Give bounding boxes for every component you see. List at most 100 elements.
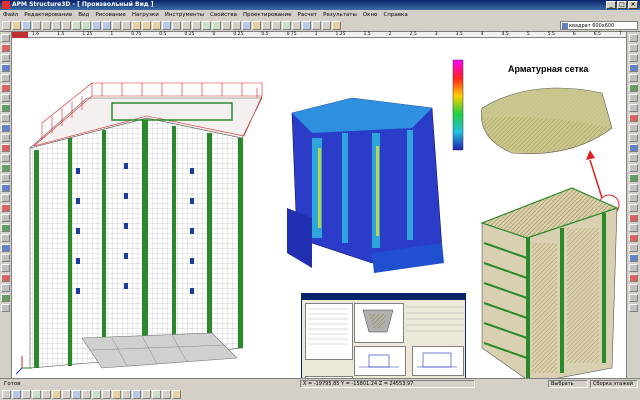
show-materials-icon[interactable]	[629, 184, 638, 192]
paste-icon[interactable]	[62, 21, 71, 30]
cut-icon[interactable]	[42, 21, 51, 30]
floor-assembly[interactable]: Сборка этажей	[590, 380, 638, 388]
show-displacement-icon[interactable]	[629, 224, 638, 232]
snap-mid-icon[interactable]	[22, 389, 31, 399]
group-tool-icon[interactable]	[1, 284, 10, 292]
merge-tool-icon[interactable]	[1, 224, 10, 232]
show-all-icon[interactable]	[132, 389, 141, 399]
undo-icon[interactable]	[72, 21, 81, 30]
legend-icon[interactable]	[629, 294, 638, 302]
menu-window[interactable]: Окно	[363, 12, 378, 18]
mirror-tool-icon[interactable]	[1, 134, 10, 142]
force-tool-icon[interactable]	[1, 144, 10, 152]
shaded-icon[interactable]	[629, 84, 638, 92]
view-front-icon[interactable]	[132, 21, 141, 30]
properties-icon[interactable]	[272, 21, 281, 30]
redraw-icon[interactable]	[82, 389, 91, 399]
rotate-icon[interactable]	[122, 21, 131, 30]
snap-grid-icon[interactable]	[2, 389, 11, 399]
maximize-button[interactable]: □	[617, 1, 627, 9]
view-x-icon[interactable]	[629, 34, 638, 42]
node-icon[interactable]	[172, 21, 181, 30]
render-icon[interactable]	[172, 389, 181, 399]
section-select[interactable]: квадрат 600х600	[560, 21, 638, 30]
menu-properties[interactable]: Свойства	[210, 12, 237, 18]
pan-icon[interactable]	[112, 21, 121, 30]
design-results-dialog[interactable]	[301, 293, 466, 378]
invert-icon[interactable]	[142, 389, 151, 399]
view-y-icon[interactable]	[629, 44, 638, 52]
dialog-list-panel[interactable]	[305, 303, 353, 360]
view-top-icon[interactable]	[142, 21, 151, 30]
menu-calculation[interactable]: Расчет	[298, 12, 318, 18]
select-mode[interactable]: Выбрать	[548, 380, 588, 388]
view-side-icon[interactable]	[152, 21, 161, 30]
view-z-icon[interactable]	[629, 54, 638, 62]
menu-help[interactable]: Справка	[383, 12, 407, 18]
new-icon[interactable]	[2, 21, 11, 30]
moment-tool-icon[interactable]	[1, 154, 10, 162]
show-forces-icon[interactable]	[629, 234, 638, 242]
calculate-icon[interactable]	[242, 21, 251, 30]
fit-view-icon[interactable]	[92, 389, 101, 399]
plate-icon[interactable]	[192, 21, 201, 30]
delete-tool-icon[interactable]	[1, 204, 10, 212]
show-groups-icon[interactable]	[629, 194, 638, 202]
show-reinforcement-icon[interactable]	[629, 274, 638, 282]
show-sections-icon[interactable]	[629, 154, 638, 162]
beam-tool-icon[interactable]	[1, 64, 10, 72]
next-view-icon[interactable]	[112, 389, 121, 399]
distributed-load-icon[interactable]	[1, 164, 10, 172]
menu-view[interactable]: Вид	[78, 12, 89, 18]
show-reactions-icon[interactable]	[629, 244, 638, 252]
layers-icon[interactable]	[262, 21, 271, 30]
divide-tool-icon[interactable]	[1, 214, 10, 222]
material-icon[interactable]	[282, 21, 291, 30]
select-icon[interactable]	[312, 21, 321, 30]
wireframe-icon[interactable]	[629, 74, 638, 82]
pointer-icon[interactable]	[1, 34, 10, 42]
redo-icon[interactable]	[82, 21, 91, 30]
help-icon[interactable]	[332, 21, 341, 30]
show-loads-icon[interactable]	[629, 114, 638, 122]
measure-icon[interactable]	[322, 21, 331, 30]
view-iso-icon[interactable]	[162, 21, 171, 30]
snap-icon[interactable]	[232, 21, 241, 30]
menu-design[interactable]: Проектирование	[243, 12, 292, 18]
floor-up-icon[interactable]	[152, 389, 161, 399]
polar-icon[interactable]	[52, 389, 61, 399]
load-icon[interactable]	[212, 21, 221, 30]
array-tool-icon[interactable]	[1, 244, 10, 252]
support-tool-icon[interactable]	[1, 84, 10, 92]
settings-icon[interactable]	[629, 304, 638, 312]
move-tool-icon[interactable]	[1, 124, 10, 132]
mesh-icon[interactable]	[302, 21, 311, 30]
show-modes-icon[interactable]	[629, 254, 638, 262]
layer-toggle-icon[interactable]	[62, 389, 71, 399]
filter-icon[interactable]	[72, 389, 81, 399]
close-button[interactable]: ×	[628, 1, 638, 9]
show-mesh-icon[interactable]	[629, 164, 638, 172]
model-viewport[interactable]: Арматурная сетка	[12, 38, 626, 378]
view-3d-icon[interactable]	[629, 64, 638, 72]
prev-view-icon[interactable]	[102, 389, 111, 399]
copy-icon[interactable]	[52, 21, 61, 30]
floor-down-icon[interactable]	[162, 389, 171, 399]
show-axes-icon[interactable]	[629, 144, 638, 152]
zoom-in-icon[interactable]	[92, 21, 101, 30]
menu-file[interactable]: Файл	[3, 12, 18, 18]
menu-draw[interactable]: Рисование	[95, 12, 125, 18]
snap-end-icon[interactable]	[32, 389, 41, 399]
snap-node-icon[interactable]	[12, 389, 21, 399]
hinge-tool-icon[interactable]	[1, 194, 10, 202]
menu-loads[interactable]: Нагрузки	[132, 12, 159, 18]
temperature-tool-icon[interactable]	[1, 184, 10, 192]
animate-icon[interactable]	[629, 284, 638, 292]
hidden-line-icon[interactable]	[629, 94, 638, 102]
solid-tool-icon[interactable]	[1, 104, 10, 112]
ortho-icon[interactable]	[42, 389, 51, 399]
show-buckling-icon[interactable]	[629, 264, 638, 272]
rebar-tool-icon[interactable]	[1, 274, 10, 282]
reinforcement-model[interactable]	[480, 187, 619, 378]
show-supports-icon[interactable]	[629, 124, 638, 132]
